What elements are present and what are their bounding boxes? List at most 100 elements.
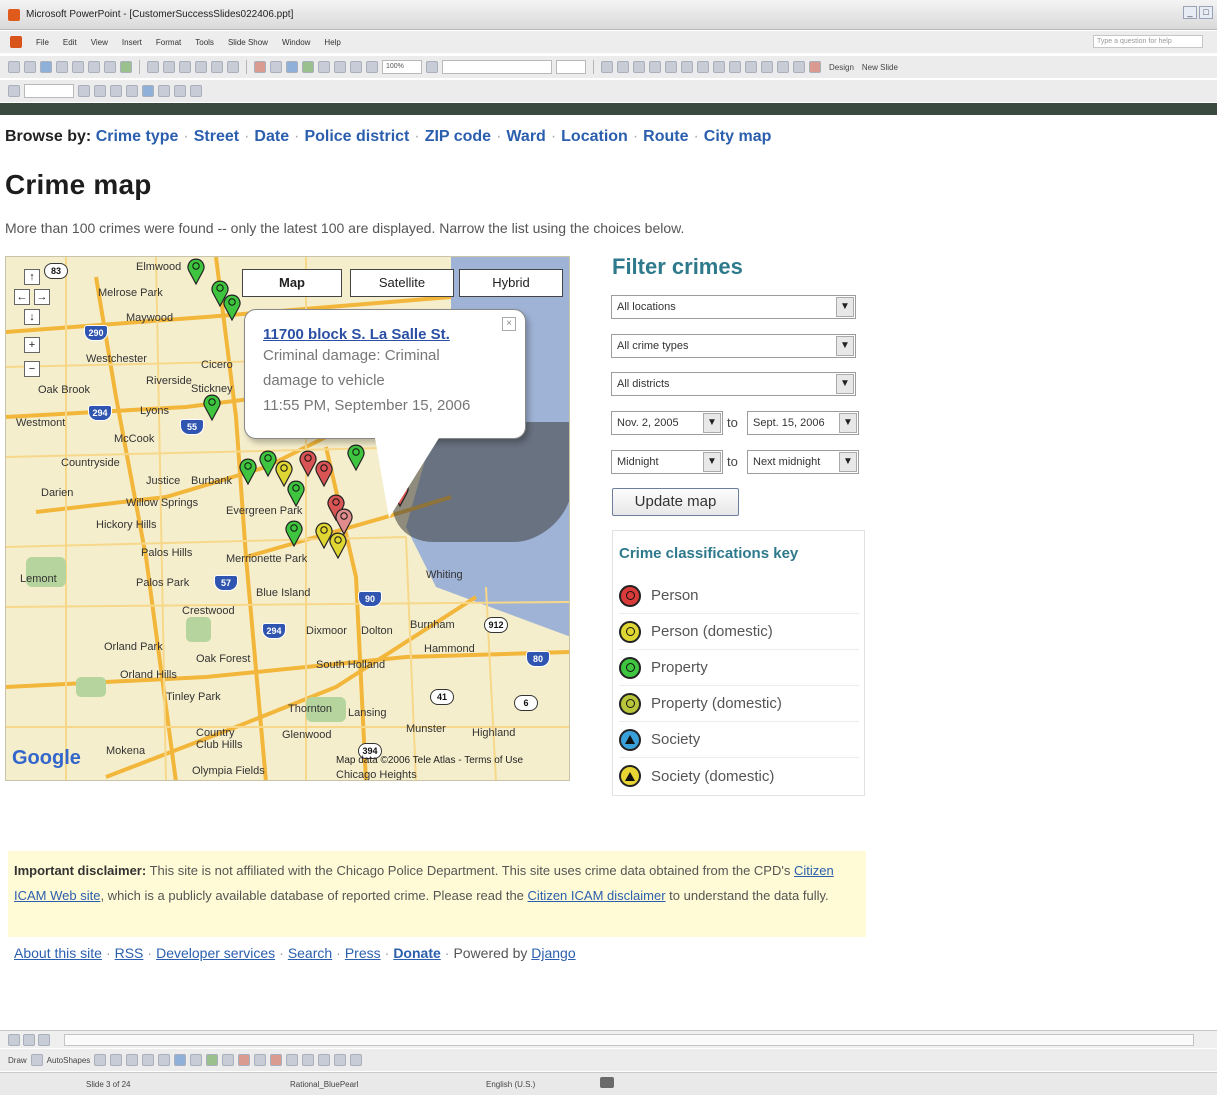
copy-icon[interactable] <box>163 61 175 73</box>
crime-marker-property[interactable] <box>222 293 242 321</box>
font-select[interactable] <box>442 60 552 74</box>
apply-icon[interactable] <box>110 85 122 97</box>
footer-link-press[interactable]: Press <box>345 945 381 961</box>
district-select[interactable]: All districts ▼ <box>611 372 856 396</box>
autoshapes-menu[interactable]: AutoShapes <box>47 1056 91 1065</box>
footer-link-about[interactable]: About this site <box>14 945 102 961</box>
insert-chart-icon[interactable] <box>254 61 266 73</box>
horizontal-scrollbar[interactable] <box>64 1034 1194 1046</box>
browse-link-crime-type[interactable]: Crime type <box>96 128 179 145</box>
zoom-select[interactable]: 100% <box>382 60 422 74</box>
3d-style-icon[interactable] <box>350 1054 363 1066</box>
chevron-down-icon[interactable]: ▼ <box>839 413 857 433</box>
print-preview-icon[interactable] <box>104 61 116 73</box>
menu-format[interactable]: Format <box>156 38 181 47</box>
browse-link-city-map[interactable]: City map <box>704 128 772 145</box>
pan-right-button[interactable]: → <box>34 289 50 305</box>
chevron-down-icon[interactable]: ▼ <box>836 374 854 394</box>
pan-left-button[interactable]: ← <box>14 289 30 305</box>
pan-up-button[interactable]: ↑ <box>24 269 40 285</box>
crime-marker-property[interactable] <box>286 479 306 507</box>
shadow-icon[interactable] <box>649 61 661 73</box>
browse-link-zip-code[interactable]: ZIP code <box>425 128 491 145</box>
crime-marker-property[interactable] <box>238 457 258 485</box>
permission-icon[interactable] <box>56 61 68 73</box>
numbering-icon[interactable] <box>713 61 725 73</box>
minimize-button[interactable]: _ <box>1183 6 1197 19</box>
spelling-icon[interactable] <box>120 61 132 73</box>
google-logo[interactable]: Google <box>12 747 81 770</box>
menu-insert[interactable]: Insert <box>122 38 142 47</box>
zoom-out-button[interactable]: − <box>24 361 40 377</box>
decrease-indent-icon[interactable] <box>777 61 789 73</box>
browse-link-police-district[interactable]: Police district <box>304 128 409 145</box>
footer-link-donate[interactable]: Donate <box>393 945 440 961</box>
browse-link-route[interactable]: Route <box>643 128 688 145</box>
slide-show-icon[interactable] <box>38 1033 50 1046</box>
bold-icon[interactable] <box>601 61 613 73</box>
map-type-map-button[interactable]: Map <box>242 269 342 297</box>
cut-icon[interactable] <box>147 61 159 73</box>
menu-help[interactable]: Help <box>324 38 340 47</box>
normal-view-icon[interactable] <box>8 1033 20 1046</box>
date-to-select[interactable]: Sept. 15, 2006 ▼ <box>747 411 859 435</box>
font-color-icon[interactable] <box>270 1054 283 1066</box>
paste-icon[interactable] <box>179 61 191 73</box>
increase-indent-icon[interactable] <box>793 61 805 73</box>
decrease-font-icon[interactable] <box>761 61 773 73</box>
grid-icon[interactable] <box>350 61 362 73</box>
text-box-icon[interactable] <box>158 1054 171 1066</box>
browse-link-date[interactable]: Date <box>254 128 289 145</box>
menu-window[interactable]: Window <box>282 38 310 47</box>
print-icon[interactable] <box>88 61 100 73</box>
align-right-icon[interactable] <box>697 61 709 73</box>
new-slide-button[interactable]: New Slide <box>862 63 898 72</box>
menu-view[interactable]: View <box>91 38 108 47</box>
crime-marker-property[interactable] <box>202 393 222 421</box>
line-icon[interactable] <box>94 1054 107 1066</box>
reviewing-pane-icon[interactable] <box>158 85 170 97</box>
font-color-icon[interactable] <box>809 61 821 73</box>
slide-sorter-icon[interactable] <box>23 1033 35 1046</box>
update-map-button[interactable]: Update map <box>612 488 739 516</box>
reviewers-select[interactable] <box>24 84 74 98</box>
citizen-icam-disclaimer-link[interactable]: Citizen ICAM disclaimer <box>528 888 666 903</box>
align-left-icon[interactable] <box>665 61 677 73</box>
rectangle-icon[interactable] <box>126 1054 139 1066</box>
insert-table-icon[interactable] <box>270 61 282 73</box>
arrow-icon[interactable] <box>110 1054 123 1066</box>
pan-down-button[interactable]: ↓ <box>24 309 40 325</box>
footer-link-rss[interactable]: RSS <box>115 945 144 961</box>
line-color-icon[interactable] <box>254 1054 267 1066</box>
chevron-down-icon[interactable]: ▼ <box>703 452 721 472</box>
redo-icon[interactable] <box>227 61 239 73</box>
close-icon[interactable]: × <box>502 317 516 331</box>
menu-tools[interactable]: Tools <box>195 38 214 47</box>
font-size-select[interactable] <box>556 60 586 74</box>
crime-type-select[interactable]: All crime types ▼ <box>611 334 856 358</box>
save-icon[interactable] <box>40 61 52 73</box>
email-icon[interactable] <box>72 61 84 73</box>
help-search-input[interactable]: Type a question for help <box>1093 35 1203 48</box>
show-formatting-icon[interactable] <box>334 61 346 73</box>
markup-icon[interactable] <box>8 85 20 97</box>
fill-color-icon[interactable] <box>238 1054 251 1066</box>
crime-marker-property[interactable] <box>284 519 304 547</box>
help-icon[interactable] <box>426 61 438 73</box>
previous-icon[interactable] <box>78 85 90 97</box>
italic-icon[interactable] <box>617 61 629 73</box>
oval-icon[interactable] <box>142 1054 155 1066</box>
menu-edit[interactable]: Edit <box>63 38 77 47</box>
underline-icon[interactable] <box>633 61 645 73</box>
color-grayscale-icon[interactable] <box>366 61 378 73</box>
diagram-icon[interactable] <box>190 1054 203 1066</box>
browse-link-location[interactable]: Location <box>561 128 628 145</box>
clip-art-icon[interactable] <box>206 1054 219 1066</box>
crime-marker-property[interactable] <box>346 443 366 471</box>
crime-marker-property[interactable] <box>186 257 206 285</box>
menu-file[interactable]: File <box>36 38 49 47</box>
crime-map[interactable]: Elmwood Melrose Park Maywood Westchester… <box>5 256 570 781</box>
arrow-style-icon[interactable] <box>318 1054 331 1066</box>
tables-borders-icon[interactable] <box>286 61 298 73</box>
chevron-down-icon[interactable]: ▼ <box>839 452 857 472</box>
